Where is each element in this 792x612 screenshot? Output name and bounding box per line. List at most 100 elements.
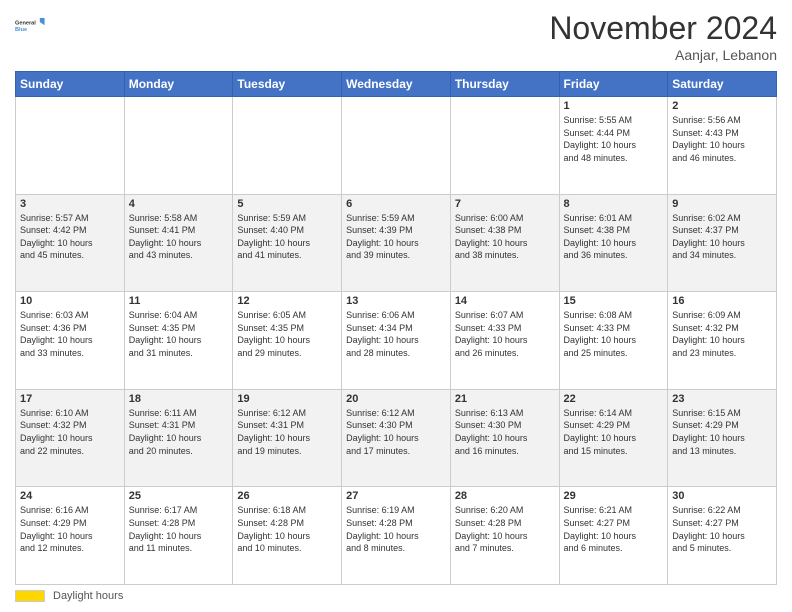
day-info: Sunrise: 6:06 AM Sunset: 4:34 PM Dayligh… — [346, 309, 446, 359]
table-row: 23 Sunrise: 6:15 AM Sunset: 4:29 PM Dayli… — [668, 389, 777, 487]
calendar-table: Sunday Monday Tuesday Wednesday Thursday… — [15, 71, 777, 585]
day-info: Sunrise: 6:22 AM Sunset: 4:27 PM Dayligh… — [672, 504, 772, 554]
table-row: 15 Sunrise: 6:08 AM Sunset: 4:33 PM Dayli… — [559, 292, 668, 390]
day-info: Sunrise: 6:02 AM Sunset: 4:37 PM Dayligh… — [672, 212, 772, 262]
table-row: 5 Sunrise: 5:59 AM Sunset: 4:40 PM Daylig… — [233, 194, 342, 292]
svg-text:General: General — [15, 20, 36, 26]
day-number: 19 — [237, 393, 337, 405]
calendar-week-row: 24Sunrise: 6:16 AM Sunset: 4:29 PM Dayli… — [16, 487, 777, 585]
table-row: 13 Sunrise: 6:06 AM Sunset: 4:34 PM Dayli… — [342, 292, 451, 390]
table-row: 3 Sunrise: 5:57 AM Sunset: 4:42 PM Daylig… — [16, 194, 125, 292]
day-number: 12 — [237, 295, 337, 307]
day-info: Sunrise: 6:21 AM Sunset: 4:27 PM Dayligh… — [564, 504, 664, 554]
day-number: 4 — [129, 198, 229, 210]
day-info: Sunrise: 6:20 AM Sunset: 4:28 PM Dayligh… — [455, 504, 555, 554]
table-row: 26Sunrise: 6:18 AM Sunset: 4:28 PM Dayli… — [233, 487, 342, 585]
day-number: 14 — [455, 295, 555, 307]
day-info: Sunrise: 6:15 AM Sunset: 4:29 PM Dayligh… — [672, 407, 772, 457]
table-row: 29 Sunrise: 6:21 AM Sunset: 4:27 PM Dayli… — [559, 487, 668, 585]
day-info: Sunrise: 6:12 AM Sunset: 4:30 PM Dayligh… — [346, 407, 446, 457]
day-number: 1 — [564, 100, 664, 112]
table-row: 19 Sunrise: 6:12 AM Sunset: 4:31 PM Dayli… — [233, 389, 342, 487]
table-row: 22 Sunrise: 6:14 AM Sunset: 4:29 PM Dayli… — [559, 389, 668, 487]
svg-text:Blue: Blue — [15, 27, 27, 33]
day-number: 17 — [20, 393, 120, 405]
table-row — [233, 97, 342, 195]
day-info: Sunrise: 6:07 AM Sunset: 4:33 PM Dayligh… — [455, 309, 555, 359]
day-number: 25 — [129, 490, 229, 502]
table-row — [16, 97, 125, 195]
table-row: 18 Sunrise: 6:11 AM Sunset: 4:31 PM Dayli… — [124, 389, 233, 487]
day-info: Sunrise: 5:55 AM Sunset: 4:44 PM Dayligh… — [564, 114, 664, 164]
day-number: 3 — [20, 198, 120, 210]
table-row: 11 Sunrise: 6:04 AM Sunset: 4:35 PM Dayli… — [124, 292, 233, 390]
header-sunday: Sunday — [16, 72, 125, 97]
table-row: 1 Sunrise: 5:55 AM Sunset: 4:44 PM Daylig… — [559, 97, 668, 195]
day-info: Sunrise: 6:05 AM Sunset: 4:35 PM Dayligh… — [237, 309, 337, 359]
table-row: 14 Sunrise: 6:07 AM Sunset: 4:33 PM Dayli… — [450, 292, 559, 390]
day-info: Sunrise: 6:12 AM Sunset: 4:31 PM Dayligh… — [237, 407, 337, 457]
day-number: 13 — [346, 295, 446, 307]
table-row: 2 Sunrise: 5:56 AM Sunset: 4:43 PM Daylig… — [668, 97, 777, 195]
daylight-label: Daylight hours — [53, 590, 123, 602]
day-info: Sunrise: 5:57 AM Sunset: 4:42 PM Dayligh… — [20, 212, 120, 262]
day-number: 18 — [129, 393, 229, 405]
day-number: 26 — [237, 490, 337, 502]
table-row: 7 Sunrise: 6:00 AM Sunset: 4:38 PM Daylig… — [450, 194, 559, 292]
header-thursday: Thursday — [450, 72, 559, 97]
day-info: Sunrise: 6:17 AM Sunset: 4:28 PM Dayligh… — [129, 504, 229, 554]
logo-icon: GeneralBlue — [15, 10, 47, 42]
day-info: Sunrise: 6:11 AM Sunset: 4:31 PM Dayligh… — [129, 407, 229, 457]
table-row: 12 Sunrise: 6:05 AM Sunset: 4:35 PM Dayli… — [233, 292, 342, 390]
day-number: 10 — [20, 295, 120, 307]
day-number: 23 — [672, 393, 772, 405]
day-number: 15 — [564, 295, 664, 307]
day-number: 11 — [129, 295, 229, 307]
table-row — [342, 97, 451, 195]
table-row: 6 Sunrise: 5:59 AM Sunset: 4:39 PM Daylig… — [342, 194, 451, 292]
header-tuesday: Tuesday — [233, 72, 342, 97]
day-number: 7 — [455, 198, 555, 210]
day-number: 27 — [346, 490, 446, 502]
day-info: Sunrise: 6:16 AM Sunset: 4:29 PM Dayligh… — [20, 504, 120, 554]
calendar-week-row: 10 Sunrise: 6:03 AM Sunset: 4:36 PM Dayli… — [16, 292, 777, 390]
day-number: 20 — [346, 393, 446, 405]
day-info: Sunrise: 6:03 AM Sunset: 4:36 PM Dayligh… — [20, 309, 120, 359]
table-row: 16 Sunrise: 6:09 AM Sunset: 4:32 PM Dayli… — [668, 292, 777, 390]
day-number: 8 — [564, 198, 664, 210]
calendar-week-row: 17Sunrise: 6:10 AM Sunset: 4:32 PM Dayli… — [16, 389, 777, 487]
day-number: 2 — [672, 100, 772, 112]
day-info: Sunrise: 6:13 AM Sunset: 4:30 PM Dayligh… — [455, 407, 555, 457]
table-row: 8Sunrise: 6:01 AM Sunset: 4:38 PM Daylig… — [559, 194, 668, 292]
table-row — [124, 97, 233, 195]
table-row: 30 Sunrise: 6:22 AM Sunset: 4:27 PM Dayli… — [668, 487, 777, 585]
day-info: Sunrise: 5:56 AM Sunset: 4:43 PM Dayligh… — [672, 114, 772, 164]
day-info: Sunrise: 6:04 AM Sunset: 4:35 PM Dayligh… — [129, 309, 229, 359]
table-row: 9Sunrise: 6:02 AM Sunset: 4:37 PM Daylig… — [668, 194, 777, 292]
day-number: 22 — [564, 393, 664, 405]
day-number: 6 — [346, 198, 446, 210]
day-number: 29 — [564, 490, 664, 502]
header-monday: Monday — [124, 72, 233, 97]
day-number: 30 — [672, 490, 772, 502]
daylight-bar-icon — [15, 590, 45, 602]
day-info: Sunrise: 6:08 AM Sunset: 4:33 PM Dayligh… — [564, 309, 664, 359]
day-info: Sunrise: 6:00 AM Sunset: 4:38 PM Dayligh… — [455, 212, 555, 262]
weekday-header-row: Sunday Monday Tuesday Wednesday Thursday… — [16, 72, 777, 97]
day-number: 16 — [672, 295, 772, 307]
day-number: 5 — [237, 198, 337, 210]
header-friday: Friday — [559, 72, 668, 97]
header: GeneralBlue November 2024 Aanjar, Lebano… — [15, 10, 777, 63]
day-info: Sunrise: 5:59 AM Sunset: 4:39 PM Dayligh… — [346, 212, 446, 262]
table-row: 25 Sunrise: 6:17 AM Sunset: 4:28 PM Dayli… — [124, 487, 233, 585]
day-info: Sunrise: 5:59 AM Sunset: 4:40 PM Dayligh… — [237, 212, 337, 262]
day-info: Sunrise: 6:19 AM Sunset: 4:28 PM Dayligh… — [346, 504, 446, 554]
table-row: 4Sunrise: 5:58 AM Sunset: 4:41 PM Daylig… — [124, 194, 233, 292]
calendar-week-row: 1 Sunrise: 5:55 AM Sunset: 4:44 PM Daylig… — [16, 97, 777, 195]
table-row: 24Sunrise: 6:16 AM Sunset: 4:29 PM Dayli… — [16, 487, 125, 585]
day-number: 21 — [455, 393, 555, 405]
day-info: Sunrise: 6:09 AM Sunset: 4:32 PM Dayligh… — [672, 309, 772, 359]
month-title: November 2024 — [549, 10, 777, 47]
table-row: 10 Sunrise: 6:03 AM Sunset: 4:36 PM Dayli… — [16, 292, 125, 390]
day-info: Sunrise: 6:14 AM Sunset: 4:29 PM Dayligh… — [564, 407, 664, 457]
